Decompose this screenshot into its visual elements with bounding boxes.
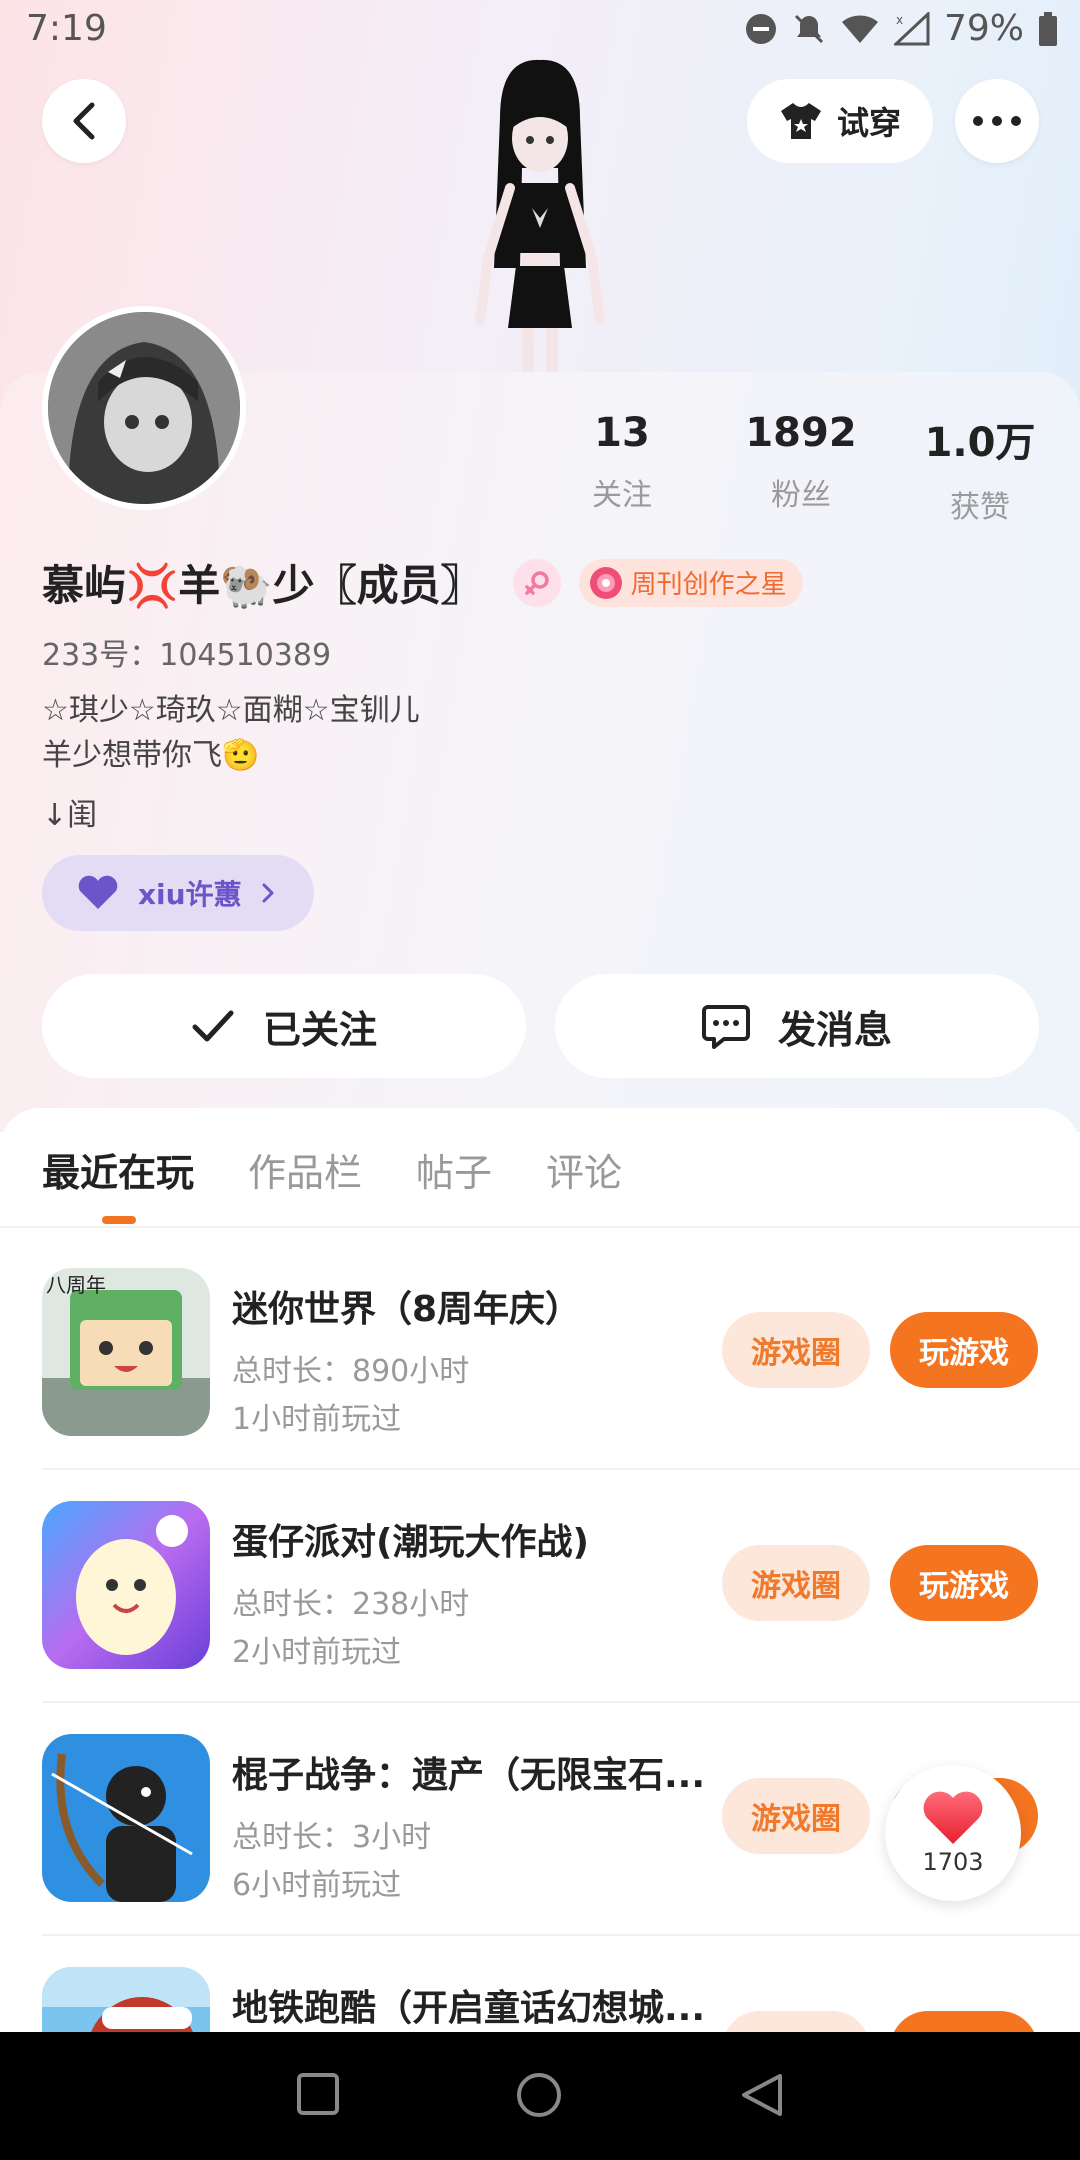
female-gender-icon bbox=[512, 558, 561, 607]
tab-posts[interactable]: 帖子 bbox=[416, 1142, 492, 1197]
stat-following-label: 关注 bbox=[592, 478, 652, 513]
stat-following[interactable]: 13 关注 bbox=[542, 410, 702, 514]
stat-fans-label: 粉丝 bbox=[771, 478, 831, 513]
home-circle-icon[interactable] bbox=[516, 2072, 562, 2118]
tab-comments[interactable]: 评论 bbox=[546, 1142, 622, 1197]
game-duration: 总时长：890小时 bbox=[232, 1354, 470, 1389]
game-circle-button[interactable]: 游戏圈 bbox=[722, 1312, 870, 1388]
game-title: 地铁跑酷（开启童话幻想城... bbox=[232, 1988, 706, 2029]
bio: ☆琪少☆琦玖☆面糊☆宝钏儿 羊少想带你飞🫡 bbox=[42, 688, 420, 778]
stat-following-value: 13 bbox=[594, 410, 650, 456]
stat-likes-value: 1.0万 bbox=[924, 420, 1036, 466]
chevron-right-icon bbox=[262, 883, 274, 903]
chevron-left-icon bbox=[73, 102, 95, 140]
game-icon-mini-world: 八周年 bbox=[42, 1268, 210, 1436]
checkmark-icon bbox=[192, 1010, 234, 1042]
back-triangle-icon[interactable] bbox=[740, 2072, 784, 2118]
like-button[interactable]: 1703 bbox=[885, 1765, 1021, 1901]
battery-icon bbox=[1039, 11, 1057, 46]
more-button[interactable] bbox=[955, 79, 1039, 163]
game-list-item[interactable]: 八周年 迷你世界（8周年庆） 总时长：890小时 1小时前玩过 游戏圈 玩游戏 bbox=[0, 1268, 1080, 1501]
system-navigation-bar bbox=[0, 2032, 1080, 2160]
send-message-label: 发消息 bbox=[777, 1007, 892, 1052]
tshirt-icon bbox=[780, 103, 821, 139]
game-circle-button[interactable]: 游戏圈 bbox=[722, 1545, 870, 1621]
game-duration: 总时长：3小时 bbox=[232, 1820, 432, 1855]
cellular-signal-icon: x bbox=[893, 11, 930, 45]
game-last-played: 1小时前玩过 bbox=[232, 1402, 402, 1437]
tabs-divider bbox=[0, 1226, 1080, 1228]
following-button[interactable]: 已关注 bbox=[42, 974, 526, 1078]
row-divider bbox=[42, 1701, 1080, 1703]
battery-percent: 79% bbox=[943, 8, 1024, 49]
status-icons: x 79% bbox=[744, 8, 1058, 49]
play-game-button[interactable]: 玩游戏 bbox=[890, 1312, 1038, 1388]
game-last-played: 6小时前玩过 bbox=[232, 1868, 402, 1903]
heart-icon bbox=[78, 875, 118, 909]
avatar-character-figure[interactable] bbox=[440, 58, 640, 374]
name-row: 慕屿💢羊🐏少〖成员〗 周刊创作之星 bbox=[42, 552, 803, 613]
game-icon-stick-war bbox=[42, 1734, 210, 1902]
bio-line-2: 羊少想带你飞🫡 bbox=[42, 738, 260, 773]
game-duration: 总时长：238小时 bbox=[232, 1587, 470, 1622]
following-label: 已关注 bbox=[262, 1007, 377, 1052]
row-divider bbox=[42, 1934, 1080, 1936]
chat-bubble-icon bbox=[701, 1005, 750, 1049]
avatar[interactable] bbox=[42, 306, 246, 510]
game-title: 迷你世界（8周年庆） bbox=[232, 1289, 582, 1330]
game-title: 蛋仔派对(潮玩大作战) bbox=[232, 1522, 589, 1563]
tab-bar: 最近在玩 作品栏 帖子 评论 bbox=[42, 1142, 622, 1197]
do-not-disturb-icon bbox=[745, 13, 776, 44]
creator-star-label: 周刊创作之星 bbox=[630, 570, 787, 600]
tab-works[interactable]: 作品栏 bbox=[248, 1142, 362, 1197]
more-dots-icon bbox=[973, 116, 1021, 126]
send-message-button[interactable]: 发消息 bbox=[555, 974, 1039, 1078]
game-list-item[interactable]: 蛋仔派对(潮玩大作战) 总时长：238小时 2小时前玩过 游戏圈 玩游戏 bbox=[0, 1501, 1080, 1734]
svg-text:八周年: 八周年 bbox=[46, 1273, 106, 1297]
wifi-icon bbox=[841, 14, 878, 43]
try-on-label: 试穿 bbox=[836, 104, 901, 142]
creator-star-icon bbox=[589, 566, 622, 599]
status-time: 7:19 bbox=[26, 8, 107, 49]
bell-off-icon bbox=[794, 14, 824, 43]
user-id: 233号：104510389 bbox=[42, 638, 332, 673]
relationship-tag-label: xiu许蕙 bbox=[138, 878, 242, 911]
try-on-button[interactable]: 试穿 bbox=[747, 79, 933, 163]
game-icon-eggy-party bbox=[42, 1501, 210, 1669]
relationship-tag[interactable]: xiu许蕙 bbox=[42, 855, 314, 931]
game-last-played: 2小时前玩过 bbox=[232, 1635, 402, 1670]
like-count: 1703 bbox=[922, 1848, 984, 1876]
stat-likes-label: 获赞 bbox=[950, 490, 1010, 525]
game-circle-button[interactable]: 游戏圈 bbox=[722, 1778, 870, 1854]
heart-like-icon bbox=[923, 1791, 983, 1844]
tab-recently-played[interactable]: 最近在玩 bbox=[42, 1142, 194, 1197]
stat-fans-value: 1892 bbox=[745, 410, 857, 456]
status-bar: 7:19 x 79% bbox=[0, 0, 1080, 62]
svg-text:x: x bbox=[896, 13, 903, 27]
stat-fans[interactable]: 1892 粉丝 bbox=[721, 410, 881, 514]
back-button[interactable] bbox=[42, 79, 126, 163]
row-divider bbox=[42, 1468, 1080, 1470]
tab-active-indicator bbox=[102, 1216, 136, 1224]
recents-square-icon[interactable] bbox=[296, 2072, 340, 2116]
stat-likes[interactable]: 1.0万 获赞 bbox=[900, 410, 1060, 526]
bio-line-1: ☆琪少☆琦玖☆面糊☆宝钏儿 bbox=[42, 693, 420, 728]
game-title: 棍子战争：遗产（无限宝石... bbox=[232, 1755, 706, 1796]
play-game-button[interactable]: 玩游戏 bbox=[890, 1545, 1038, 1621]
profile-name: 慕屿💢羊🐏少〖成员〗 bbox=[42, 561, 483, 610]
creator-star-badge[interactable]: 周刊创作之星 bbox=[578, 558, 803, 607]
bio-line-3: ↓闺 bbox=[42, 798, 98, 833]
